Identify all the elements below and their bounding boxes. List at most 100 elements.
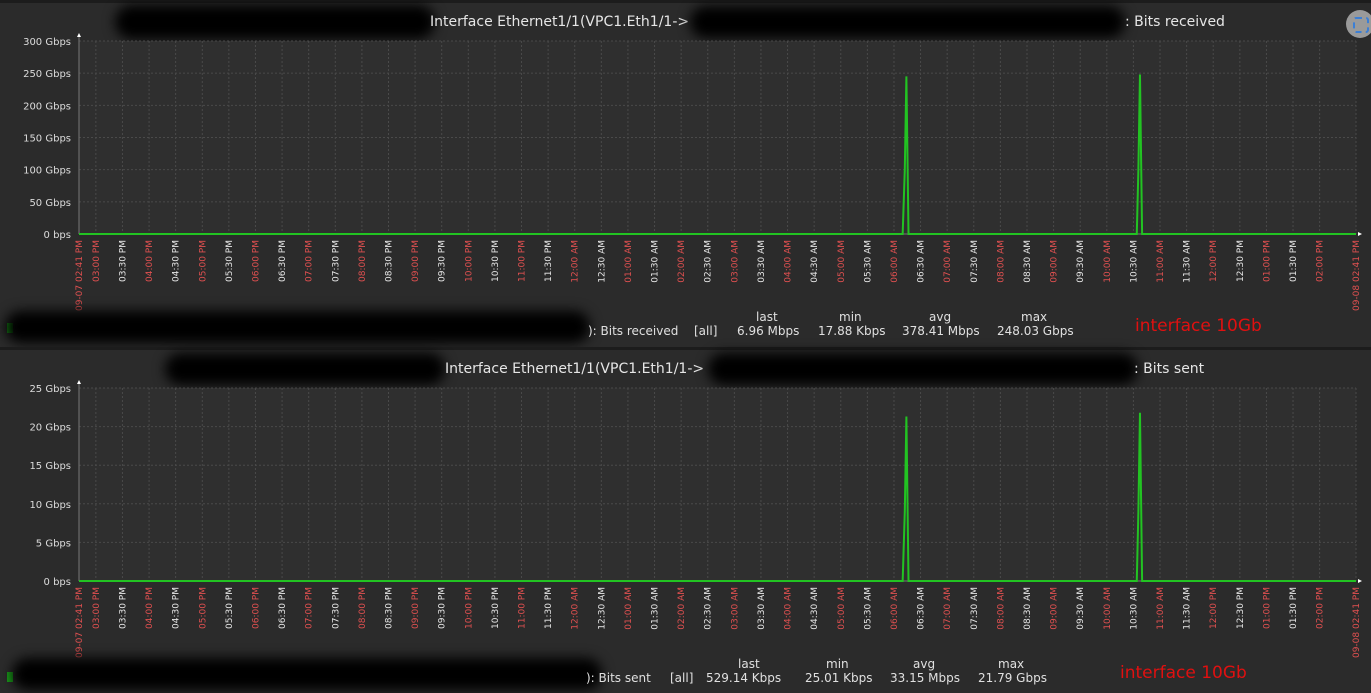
- x-axis-arrow: [1358, 232, 1362, 236]
- x-tick-label: 01:00 AM: [624, 240, 634, 283]
- x-tick-label: 05:30 AM: [863, 587, 873, 630]
- legend-series-name: ): Bits received: [588, 324, 679, 338]
- x-tick-label: 08:00 PM: [358, 240, 368, 282]
- x-tick-label: 01:30 PM: [1289, 240, 1299, 282]
- x-tick-label: 05:00 AM: [837, 587, 847, 630]
- legend-last-value: 6.96 Mbps: [737, 324, 800, 338]
- x-tick-label: 04:00 AM: [784, 587, 794, 630]
- x-tick-label: 09-08 02:41 PM: [1352, 240, 1362, 311]
- x-tick-label: 07:00 AM: [943, 587, 953, 630]
- x-tick-label: 09-07 02:41 PM: [75, 240, 85, 311]
- legend-avg-value: 378.41 Mbps: [902, 324, 980, 338]
- y-tick-label: 100 Gbps: [23, 166, 71, 177]
- legend-header-min: min: [839, 310, 862, 324]
- y-tick-label: 10 Gbps: [29, 500, 71, 511]
- x-tick-label: 02:00 PM: [1316, 240, 1326, 282]
- x-tick-label: 05:30 AM: [863, 240, 873, 283]
- x-tick-label: 08:00 PM: [358, 587, 368, 629]
- x-tick-label: 05:00 AM: [837, 240, 847, 283]
- x-tick-label: 07:30 AM: [970, 587, 980, 630]
- legend-header-max: max: [1021, 310, 1048, 324]
- x-tick-label: 09:30 PM: [438, 587, 448, 629]
- bits-sent-graph-panel: Interface Ethernet1/1(VPC1.Eth1/1-> : Bi…: [0, 347, 1371, 690]
- x-tick-label: 06:00 PM: [251, 587, 261, 629]
- x-tick-label: 10:30 AM: [1129, 240, 1139, 283]
- x-tick-label: 12:00 AM: [571, 587, 581, 630]
- y-tick-label: 25 Gbps: [29, 384, 71, 395]
- x-tick-label: 08:30 AM: [1023, 240, 1033, 283]
- y-tick-label: 200 Gbps: [23, 101, 71, 112]
- y-tick-label: 20 Gbps: [29, 423, 71, 434]
- x-tick-label: 02:30 AM: [704, 587, 714, 630]
- x-tick-label: 07:30 AM: [970, 240, 980, 283]
- x-tick-label: 03:00 PM: [92, 587, 102, 629]
- x-tick-label: 03:30 PM: [118, 240, 128, 282]
- x-tick-label: 02:00 AM: [677, 240, 687, 283]
- x-tick-label: 11:00 AM: [1156, 240, 1166, 283]
- y-tick-label: 15 Gbps: [29, 461, 71, 472]
- x-tick-label: 12:30 PM: [1236, 587, 1246, 629]
- x-tick-label: 03:30 AM: [757, 587, 767, 630]
- x-tick-label: 12:00 PM: [1209, 240, 1219, 282]
- x-tick-label: 04:30 AM: [810, 587, 820, 630]
- x-tick-label: 11:30 AM: [1183, 587, 1193, 630]
- x-tick-label: 06:30 AM: [917, 240, 927, 283]
- annotation-note: interface 10Gb: [1120, 663, 1247, 683]
- x-tick-label: 09:30 AM: [1076, 587, 1086, 630]
- x-tick-label: 04:00 AM: [784, 240, 794, 283]
- x-tick-label: 01:30 AM: [651, 587, 661, 630]
- x-tick-label: 09:00 AM: [1050, 587, 1060, 630]
- legend-avg-value: 33.15 Mbps: [890, 671, 961, 685]
- legend-max-value: 21.79 Gbps: [978, 671, 1047, 685]
- x-tick-label: 12:00 PM: [1209, 587, 1219, 629]
- plot-area: [79, 388, 1356, 581]
- redacted-area: [12, 658, 602, 690]
- x-tick-label: 07:00 PM: [305, 587, 315, 629]
- x-tick-label: 05:30 PM: [225, 587, 235, 629]
- x-tick-label: 09:00 AM: [1050, 240, 1060, 283]
- legend-scope: [all]: [694, 324, 718, 338]
- x-tick-label: 03:00 AM: [730, 240, 740, 283]
- y-tick-label: 300 Gbps: [23, 37, 71, 48]
- x-tick-label: 04:30 PM: [172, 587, 182, 629]
- x-tick-label: 02:30 AM: [704, 240, 714, 283]
- redacted-area: [5, 311, 590, 343]
- x-tick-label: 09:00 PM: [411, 587, 421, 629]
- x-tick-label: 03:00 PM: [92, 240, 102, 282]
- x-tick-label: 04:00 PM: [145, 240, 155, 282]
- legend-header-last: last: [738, 657, 760, 671]
- x-tick-label: 08:00 AM: [996, 587, 1006, 630]
- legend-last-value: 529.14 Kbps: [706, 671, 782, 685]
- x-tick-label: 01:00 PM: [1262, 587, 1272, 629]
- x-tick-label: 11:30 PM: [544, 240, 554, 282]
- x-tick-label: 03:30 PM: [118, 587, 128, 629]
- x-tick-label: 11:00 AM: [1156, 587, 1166, 630]
- x-tick-label: 10:30 AM: [1129, 587, 1139, 630]
- x-tick-label: 05:30 PM: [225, 240, 235, 282]
- x-tick-label: 10:00 AM: [1103, 240, 1113, 283]
- x-tick-label: 06:00 AM: [890, 240, 900, 283]
- legend-header-last: last: [756, 310, 778, 324]
- x-tick-label: 10:00 PM: [464, 240, 474, 282]
- x-tick-label: 02:00 PM: [1316, 587, 1326, 629]
- annotation-note: interface 10Gb: [1135, 316, 1262, 336]
- y-axis-arrow: [77, 380, 81, 384]
- x-tick-label: 09-08 02:41 PM: [1352, 587, 1362, 658]
- x-tick-label: 06:30 PM: [278, 587, 288, 629]
- x-tick-label: 03:00 AM: [730, 587, 740, 630]
- x-tick-label: 08:30 PM: [384, 240, 394, 282]
- y-tick-label: 250 Gbps: [23, 69, 71, 80]
- x-tick-label: 10:30 PM: [491, 240, 501, 282]
- x-tick-label: 07:30 PM: [331, 240, 341, 282]
- x-tick-label: 02:00 AM: [677, 587, 687, 630]
- legend-header-min: min: [826, 657, 849, 671]
- x-tick-label: 07:00 PM: [305, 240, 315, 282]
- x-tick-label: 06:30 PM: [278, 240, 288, 282]
- x-tick-label: 01:00 PM: [1262, 240, 1272, 282]
- y-tick-label: 50 Gbps: [29, 198, 71, 209]
- x-axis-arrow: [1358, 579, 1362, 583]
- x-tick-label: 10:30 PM: [491, 587, 501, 629]
- legend-max-value: 248.03 Gbps: [997, 324, 1074, 338]
- x-tick-label: 05:00 PM: [198, 587, 208, 629]
- x-tick-label: 07:00 AM: [943, 240, 953, 283]
